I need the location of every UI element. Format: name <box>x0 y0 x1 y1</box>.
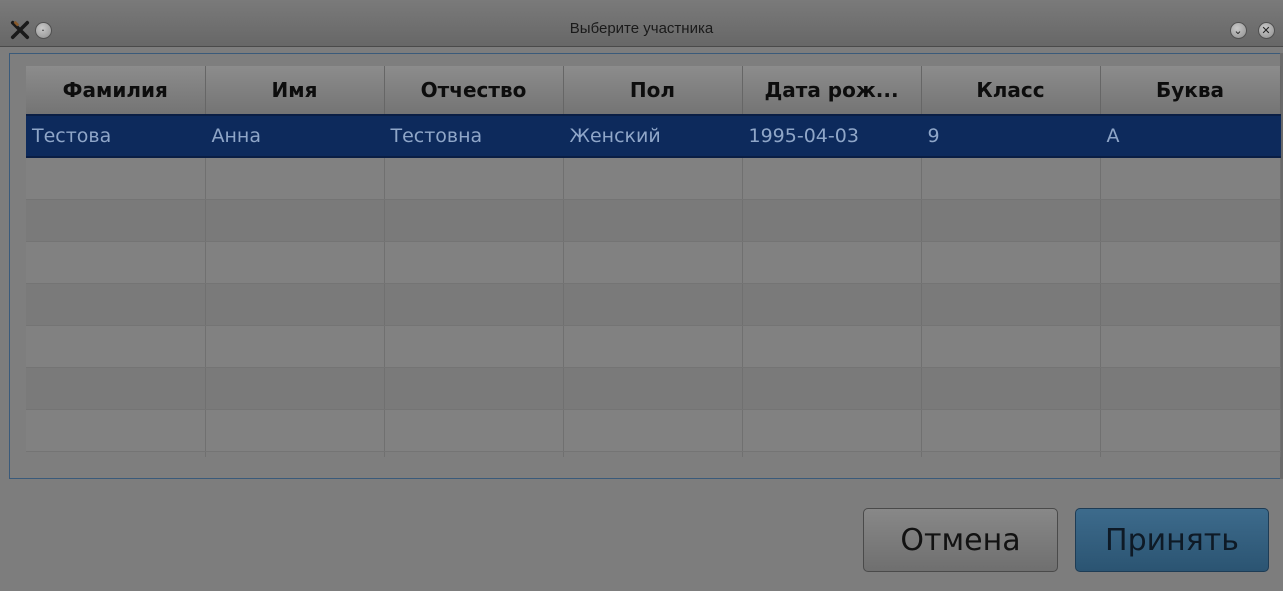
close-button[interactable]: ✕ <box>1256 20 1276 40</box>
empty-table-row <box>26 241 1281 284</box>
column-header-surname[interactable]: Фамилия <box>26 66 206 116</box>
cell-birthdate[interactable]: 1995-04-03 <box>742 114 922 158</box>
minimize-button[interactable]: ⌄ <box>1228 20 1248 40</box>
empty-table-row <box>26 367 1281 410</box>
cell-name[interactable]: Анна <box>205 114 385 158</box>
window-titlebar[interactable]: · Выберите участника ⌄ ✕ <box>0 0 1283 47</box>
table-row[interactable]: Тестова Анна Тестовна Женский 1995-04-03… <box>26 114 1281 158</box>
cell-surname[interactable]: Тестова <box>26 114 206 158</box>
close-icon: ✕ <box>1257 21 1275 39</box>
cell-patronymic[interactable]: Тестовна <box>384 114 564 158</box>
column-header-grade[interactable]: Класс <box>921 66 1101 116</box>
table-header-row: Фамилия Имя Отчество Пол Дата рож... Кла… <box>26 66 1281 116</box>
participants-table[interactable]: Фамилия Имя Отчество Пол Дата рож... Кла… <box>26 66 1281 457</box>
accept-button[interactable]: Принять <box>1075 508 1269 572</box>
empty-table-row <box>26 157 1281 200</box>
chevron-down-icon: ⌄ <box>1229 21 1247 39</box>
column-header-birthdate[interactable]: Дата рож... <box>742 66 922 116</box>
column-header-patronymic[interactable]: Отчество <box>384 66 564 116</box>
cancel-button[interactable]: Отмена <box>863 508 1058 572</box>
cell-letter[interactable]: А <box>1100 114 1281 158</box>
window-title: Выберите участника <box>569 20 714 37</box>
empty-table-row <box>26 409 1281 452</box>
column-header-letter[interactable]: Буква <box>1100 66 1281 116</box>
empty-table-row <box>26 283 1281 326</box>
empty-table-row <box>26 451 1281 457</box>
cell-grade[interactable]: 9 <box>921 114 1101 158</box>
empty-table-row <box>26 199 1281 242</box>
column-header-gender[interactable]: Пол <box>563 66 743 116</box>
cell-gender[interactable]: Женский <box>563 114 743 158</box>
empty-table-row <box>26 325 1281 368</box>
column-header-name[interactable]: Имя <box>205 66 385 116</box>
